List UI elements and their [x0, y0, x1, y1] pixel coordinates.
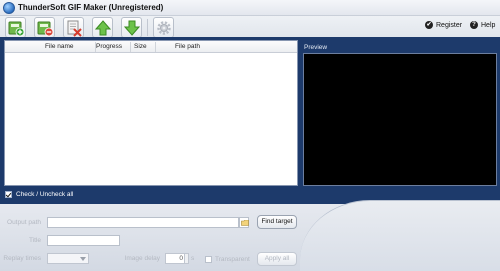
help-label: Help [481, 21, 496, 29]
browse-folder-button[interactable] [239, 217, 249, 228]
remove-file-button[interactable] [34, 17, 55, 38]
file-list[interactable]: File name Progress Size File path [4, 40, 298, 186]
clear-list-icon [67, 20, 82, 37]
replay-times-select[interactable] [47, 253, 89, 264]
chevron-down-icon [80, 257, 86, 261]
move-down-icon [123, 20, 141, 36]
stepper-arrows-icon[interactable] [184, 254, 188, 263]
register-link[interactable]: ✔ Register [425, 21, 462, 29]
file-list-header: File name Progress Size File path [5, 41, 297, 53]
settings-icon [157, 21, 171, 35]
column-divider [130, 42, 131, 52]
title-field[interactable] [47, 235, 120, 246]
options-panel-curve [300, 200, 500, 271]
toolbar-separator [147, 19, 148, 36]
preview-label: Preview [304, 44, 328, 51]
clear-list-button[interactable] [63, 17, 84, 38]
apply-all-button[interactable]: Apply all [257, 252, 297, 266]
title-label: Title [28, 237, 41, 244]
column-divider [155, 42, 156, 52]
folder-icon [241, 220, 249, 226]
check-all-label: Check / Uncheck all [16, 191, 74, 198]
register-label: Register [436, 21, 463, 29]
image-delay-stepper[interactable]: 0 [165, 253, 189, 264]
image-delay-label: Image delay [124, 255, 160, 262]
transparent-checkbox[interactable] [205, 256, 212, 263]
preview-area [303, 53, 497, 186]
check-all-toggle[interactable]: Check / Uncheck all [5, 191, 73, 198]
column-progress[interactable]: Progress [96, 43, 122, 50]
output-path-label: Output path [7, 219, 41, 226]
move-down-button[interactable] [121, 17, 142, 38]
move-up-button[interactable] [92, 17, 113, 38]
column-file-path[interactable]: File path [175, 43, 200, 50]
move-up-icon [94, 20, 112, 36]
app-title: ThunderSoft GIF Maker (Unregistered) [18, 3, 164, 12]
help-link[interactable]: ? Help [470, 21, 495, 29]
register-icon: ✔ [425, 21, 433, 29]
add-file-button[interactable] [5, 17, 26, 38]
find-target-button[interactable]: Find target [257, 215, 297, 229]
add-file-icon [8, 21, 25, 37]
column-file-name[interactable]: File name [45, 43, 74, 50]
app-logo-icon [3, 2, 15, 14]
help-icon: ? [470, 21, 478, 29]
column-size[interactable]: Size [134, 43, 147, 50]
check-all-checkbox[interactable] [5, 191, 12, 198]
title-bar: ThunderSoft GIF Maker (Unregistered) [0, 0, 500, 16]
transparent-label: Transparent [215, 256, 250, 263]
image-delay-value: 0 [179, 255, 183, 262]
remove-file-icon [37, 21, 54, 37]
settings-button[interactable] [153, 17, 174, 38]
replay-times-label: Replay times [3, 255, 41, 262]
image-delay-unit: s [191, 255, 195, 262]
output-path-field[interactable] [47, 217, 239, 228]
